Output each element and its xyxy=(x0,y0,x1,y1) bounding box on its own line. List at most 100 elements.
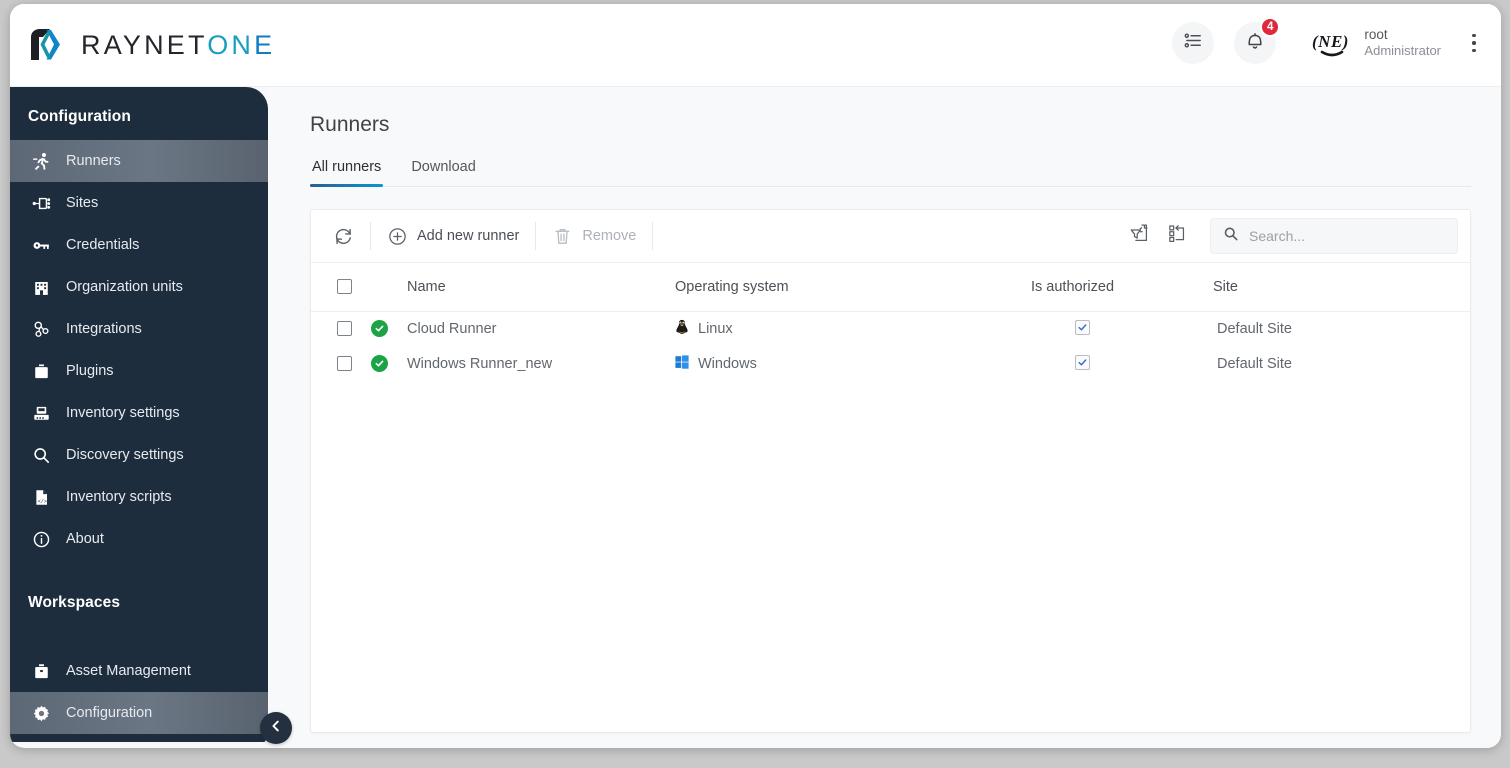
inventory-settings-icon xyxy=(30,402,52,424)
row-select-cell xyxy=(311,311,371,346)
raynet-logo-icon xyxy=(28,26,68,64)
select-all-checkbox[interactable] xyxy=(337,279,352,295)
row-is-authorized-cell xyxy=(1031,311,1213,346)
runner-icon xyxy=(30,150,52,172)
sidebar-section-configuration-title: Configuration xyxy=(28,108,131,125)
sidebar-item-label: Inventory settings xyxy=(66,405,180,421)
row-site-cell: Default Site xyxy=(1213,346,1470,381)
key-icon xyxy=(30,234,52,256)
row-checkbox[interactable] xyxy=(337,321,352,337)
sidebar: Configuration Runners Sites Credentials … xyxy=(10,87,268,748)
row-status-cell xyxy=(371,311,407,346)
sidebar-item-label: Inventory scripts xyxy=(66,489,172,505)
notification-count-badge: 4 xyxy=(1260,17,1281,37)
kebab-menu-icon[interactable] xyxy=(1463,26,1485,60)
column-header-operating-system[interactable]: Operating system xyxy=(675,263,1031,312)
linux-penguin-icon xyxy=(675,319,689,339)
app-header: RAYNETONE 4 (NE) root Administrator xyxy=(10,4,1501,87)
task-list-button[interactable] xyxy=(1172,22,1215,64)
remove-label: Remove xyxy=(582,228,637,244)
window-bottom-edge xyxy=(10,742,1501,748)
status-ok-check-icon xyxy=(371,319,388,337)
row-checkbox[interactable] xyxy=(337,356,352,372)
table-row[interactable]: Windows Runner_new Windows Default Site xyxy=(311,346,1470,381)
is-authorized-checkbox[interactable] xyxy=(1075,320,1090,336)
user-name: root xyxy=(1364,26,1388,42)
brand-wordmark: RAYNETONE xyxy=(81,30,275,61)
sidebar-item-asset-management[interactable]: Asset Management xyxy=(10,650,268,692)
brand-word-e: E xyxy=(254,29,276,60)
refresh-button[interactable] xyxy=(319,218,368,254)
brand-word-raynet: RAYNET xyxy=(81,29,208,60)
sidebar-item-label: Credentials xyxy=(66,237,140,253)
application-window: RAYNETONE 4 (NE) root Administrator Conf… xyxy=(10,4,1501,748)
table-row[interactable]: Cloud Runner Linux Default Site xyxy=(311,311,1470,346)
sidebar-item-credentials[interactable]: Credentials xyxy=(10,224,268,266)
row-is-authorized-cell xyxy=(1031,346,1213,381)
column-header-site[interactable]: Site xyxy=(1213,263,1470,312)
search-input[interactable] xyxy=(1249,228,1445,244)
row-os-cell: Linux xyxy=(675,311,1031,346)
integrations-icon xyxy=(30,318,52,340)
clear-filter-icon xyxy=(1128,222,1151,250)
table-header-row: Name Operating system Is authorized Site xyxy=(311,263,1470,312)
sidebar-collapse-button[interactable] xyxy=(260,712,292,744)
sidebar-item-inventory-scripts[interactable]: </> Inventory scripts xyxy=(10,476,268,518)
user-role: Administrator xyxy=(1364,43,1441,59)
svg-text:(NE): (NE) xyxy=(1312,32,1349,51)
runners-table-head: Name Operating system Is authorized Site xyxy=(311,263,1470,312)
reset-columns-icon xyxy=(1166,222,1189,250)
remove-button[interactable]: Remove xyxy=(538,218,650,254)
windows-logo-icon xyxy=(675,354,689,373)
row-name-cell: Windows Runner_new xyxy=(407,355,553,372)
sidebar-item-sites[interactable]: Sites xyxy=(10,182,268,224)
reset-columns-button[interactable] xyxy=(1158,217,1196,255)
svg-text:</>: </> xyxy=(37,498,46,504)
column-header-name[interactable]: Name xyxy=(407,263,675,312)
row-os-label: Linux xyxy=(698,320,733,337)
notifications-button[interactable]: 4 xyxy=(1234,17,1281,64)
sidebar-item-integrations[interactable]: Integrations xyxy=(10,308,268,350)
runners-table: Name Operating system Is authorized Site xyxy=(311,263,1470,381)
refresh-icon xyxy=(333,226,354,247)
main-content: Runners All runners Download Add new run… xyxy=(268,87,1501,748)
add-new-runner-button[interactable]: Add new runner xyxy=(373,218,533,254)
chevron-left-icon xyxy=(269,719,283,738)
user-menu[interactable]: (NE) root Administrator xyxy=(1310,27,1441,59)
sidebar-item-discovery-settings[interactable]: Discovery settings xyxy=(10,434,268,476)
column-header-status xyxy=(371,263,407,312)
magnifier-icon xyxy=(30,444,52,466)
sidebar-item-inventory-settings[interactable]: Inventory settings xyxy=(10,392,268,434)
sidebar-item-plugins[interactable]: Plugins xyxy=(10,350,268,392)
gear-icon xyxy=(30,702,52,724)
sidebar-item-label: Organization units xyxy=(66,279,183,295)
is-authorized-checkbox[interactable] xyxy=(1075,355,1090,370)
sidebar-item-organization-units[interactable]: Organization units xyxy=(10,266,268,308)
brand-logo[interactable]: RAYNETONE xyxy=(28,26,275,64)
plus-circle-icon xyxy=(387,226,408,247)
row-site-label: Default Site xyxy=(1217,355,1292,372)
info-circle-icon xyxy=(30,528,52,550)
sites-network-icon xyxy=(30,192,52,214)
add-new-runner-label: Add new runner xyxy=(417,228,520,244)
brand-word-on: ON xyxy=(207,29,255,60)
column-header-select-all xyxy=(311,263,371,312)
toolbar-separator xyxy=(370,222,371,250)
column-header-is-authorized[interactable]: Is authorized xyxy=(1031,263,1213,312)
tab-download[interactable]: Download xyxy=(409,155,478,186)
building-icon xyxy=(30,276,52,298)
search-box[interactable] xyxy=(1210,218,1458,254)
task-list-icon xyxy=(1183,30,1204,56)
sidebar-item-label: Sites xyxy=(66,195,99,211)
row-select-cell xyxy=(311,346,371,381)
clear-filter-button[interactable] xyxy=(1120,217,1158,255)
sidebar-item-label: Runners xyxy=(66,153,121,169)
runners-table-body: Cloud Runner Linux Default Site Windows … xyxy=(311,311,1470,381)
tab-all-runners[interactable]: All runners xyxy=(310,155,384,187)
sidebar-item-about[interactable]: About xyxy=(10,518,268,560)
search-icon xyxy=(1223,226,1239,247)
sidebar-item-configuration[interactable]: Configuration xyxy=(10,692,268,734)
row-site-cell: Default Site xyxy=(1213,311,1470,346)
sidebar-item-runners[interactable]: Runners xyxy=(10,140,268,182)
